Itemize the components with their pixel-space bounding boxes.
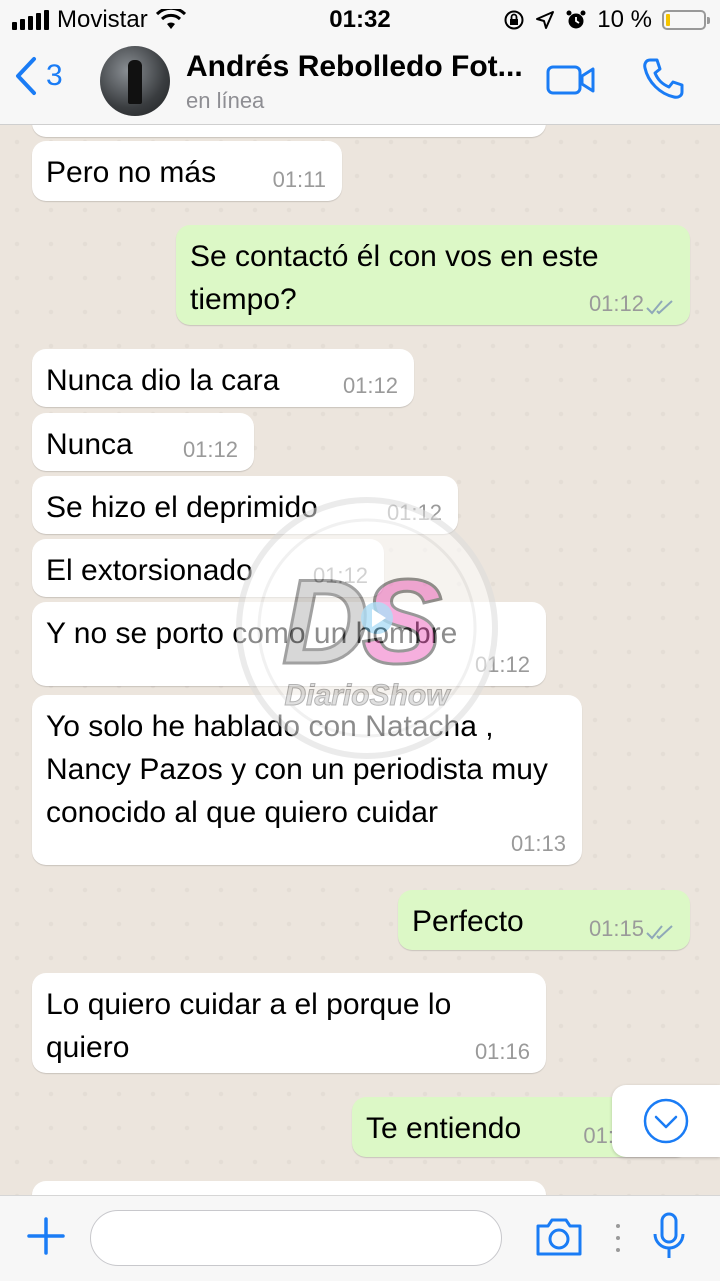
status-right: 10 % (503, 6, 710, 34)
message-text: Te entiendo (366, 1112, 522, 1145)
chat-area[interactable]: Pero no más 01:11 Se contactó él con vos… (0, 125, 720, 1195)
message-time: 01:12 (182, 437, 238, 462)
message-time: 01:16 (474, 1039, 530, 1064)
input-bar (0, 1195, 720, 1281)
chat-header: 3 Andrés Rebolledo Fot... en línea (0, 40, 720, 125)
message-text: Se hizo el deprimido (46, 491, 318, 524)
message-time: 01:15 (588, 916, 644, 941)
message-bubble[interactable]: El extorsionado 01:12 (32, 539, 384, 597)
status-bar: Movistar 01:32 10 % (0, 0, 720, 40)
message-bubble[interactable]: Perfecto 01:15 (398, 890, 690, 950)
message-bubble[interactable]: Nunca dio la cara 01:12 (32, 349, 414, 407)
camera-icon[interactable] (534, 1216, 584, 1258)
mic-icon[interactable] (652, 1212, 686, 1262)
message-text: Yo solo he hablado con Natacha , Nancy P… (46, 710, 548, 829)
location-icon (536, 11, 555, 29)
message-time: 01:12 (474, 652, 530, 677)
read-receipt-icon (646, 300, 673, 315)
battery-percent: 10 % (597, 6, 652, 33)
message-time: 01:11 (272, 167, 326, 192)
scroll-down-button[interactable] (612, 1085, 720, 1157)
partial-message-bubble (32, 125, 546, 137)
message-text: El extorsionado (46, 554, 253, 587)
message-time: 01:12 (312, 563, 368, 588)
message-time: 01:13 (510, 831, 566, 856)
battery-icon (662, 10, 710, 30)
phone-icon[interactable] (640, 56, 686, 102)
more-options-icon (616, 1224, 620, 1252)
contact-status: en línea (186, 88, 265, 113)
message-bubble[interactable]: Y no se porto como un hombre 01:12 (32, 602, 546, 686)
partial-message-bubble (32, 1181, 546, 1195)
message-text: Perfecto (412, 905, 524, 938)
scroll-down-icon (643, 1098, 689, 1144)
message-bubble[interactable]: Pero no más 01:11 (32, 141, 342, 201)
back-button[interactable]: 3 (14, 56, 63, 96)
contact-name[interactable]: Andrés Rebolledo Fot... (186, 50, 523, 84)
message-bubble[interactable]: Nunca 01:12 (32, 413, 254, 471)
message-time: 01:12 (588, 291, 644, 316)
alarm-icon (566, 10, 586, 29)
message-bubble[interactable]: Yo solo he hablado con Natacha , Nancy P… (32, 695, 582, 865)
message-input[interactable] (90, 1210, 502, 1266)
read-receipt-icon (646, 925, 673, 940)
message-text: Nunca dio la cara (46, 364, 280, 397)
plus-icon[interactable] (26, 1216, 66, 1256)
message-time: 01:12 (342, 373, 398, 398)
message-text: Lo quiero cuidar a el porque lo quiero (46, 988, 452, 1064)
lock-rotation-icon (504, 10, 524, 30)
video-call-icon[interactable] (546, 64, 596, 96)
unread-count: 3 (46, 59, 63, 92)
message-text: Pero no más (46, 156, 217, 189)
avatar[interactable] (100, 46, 170, 116)
message-text: Nunca (46, 428, 133, 461)
message-time: 01:12 (386, 500, 442, 525)
message-time: 01: (583, 1123, 614, 1148)
back-chevron-icon (16, 57, 36, 95)
message-bubble[interactable]: Se hizo el deprimido 01:12 (32, 476, 458, 534)
message-text: Y no se porto como un hombre (46, 617, 458, 650)
message-bubble[interactable]: Se contactó él con vos en este tiempo? 0… (176, 225, 690, 325)
message-bubble[interactable]: Lo quiero cuidar a el porque lo quiero 0… (32, 973, 546, 1073)
